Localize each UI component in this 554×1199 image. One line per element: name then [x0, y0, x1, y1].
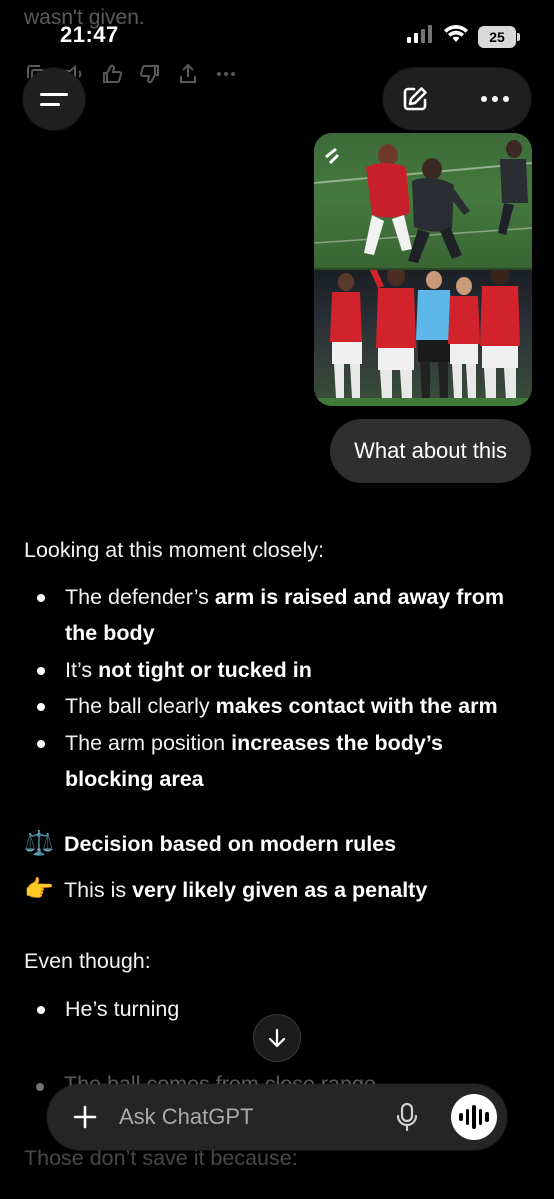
more-options-button[interactable]	[477, 81, 513, 117]
image-bottom-panel	[314, 270, 532, 406]
cellular-signal-icon	[406, 24, 434, 49]
edit-icon	[403, 87, 427, 111]
decision-heading: ⚖️ Decision based on modern rules	[24, 826, 524, 863]
menu-icon	[40, 93, 68, 96]
attached-image[interactable]	[314, 133, 532, 406]
wifi-icon	[443, 24, 469, 49]
add-attachment-button[interactable]	[69, 1101, 101, 1133]
plus-icon	[73, 1105, 97, 1129]
balance-scale-icon: ⚖️	[24, 829, 54, 857]
faded-bullet-dot	[36, 1083, 44, 1091]
top-actions-pill	[383, 68, 531, 130]
microphone-icon	[396, 1102, 418, 1132]
even-though-heading: Even though:	[24, 948, 151, 973]
user-message-bubble: What about this	[330, 419, 531, 483]
arrow-down-icon	[268, 1028, 286, 1048]
status-bar: 21:47 25	[0, 0, 554, 70]
verdict-line: 👉 This is very likely given as a penalty	[24, 872, 524, 909]
observation-list: The defender’s arm is raised and away fr…	[24, 579, 524, 798]
new-chat-button[interactable]	[397, 81, 433, 117]
scroll-to-bottom-button[interactable]	[253, 1014, 301, 1062]
status-icons: 25	[406, 24, 520, 49]
list-item: The ball clearly makes contact with the …	[37, 688, 524, 725]
pointing-hand-icon: 👉	[24, 876, 54, 903]
image-top-panel	[314, 133, 532, 268]
response-intro: Looking at this moment closely:	[24, 538, 324, 562]
assistant-response: Looking at this moment closely: The defe…	[24, 532, 524, 1028]
sidebar-menu-button[interactable]	[23, 68, 85, 130]
list-item: It’s not tight or tucked in	[37, 652, 524, 689]
list-item: The defender’s arm is raised and away fr…	[37, 579, 524, 652]
voice-mode-button[interactable]	[451, 1094, 497, 1140]
dictate-button[interactable]	[391, 1101, 423, 1133]
more-dots-icon	[481, 96, 487, 102]
list-item: The arm position increases the body’s bl…	[37, 725, 524, 798]
status-time: 21:47	[60, 22, 119, 47]
message-input[interactable]	[119, 1103, 369, 1131]
battery-indicator: 25	[478, 25, 520, 48]
message-composer	[47, 1084, 507, 1150]
